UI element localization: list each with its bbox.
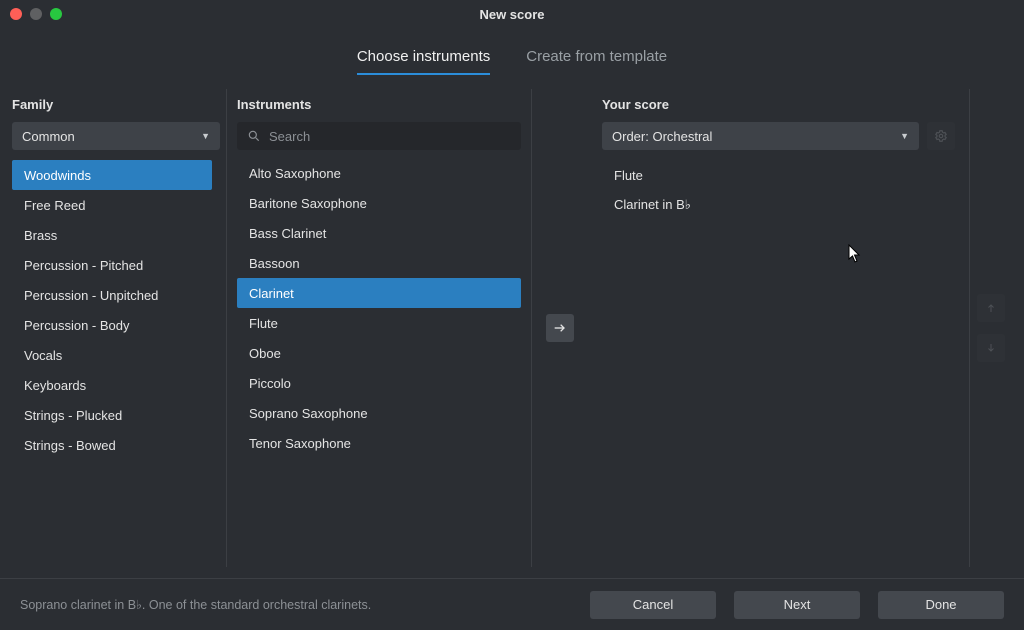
add-instrument-button[interactable] (546, 314, 574, 342)
instrument-list: Alto SaxophoneBaritone SaxophoneBass Cla… (237, 158, 521, 458)
score-item[interactable]: Flute (602, 160, 955, 190)
instrument-item[interactable]: Bass Clarinet (237, 218, 521, 248)
next-button[interactable]: Next (734, 591, 860, 619)
family-item[interactable]: Vocals (12, 340, 212, 370)
tab-choose-instruments[interactable]: Choose instruments (357, 48, 490, 75)
score-settings-button[interactable] (927, 122, 955, 150)
instrument-item[interactable]: Clarinet (237, 278, 521, 308)
instrument-item[interactable]: Alto Saxophone (237, 158, 521, 188)
score-heading: Your score (602, 89, 955, 122)
zoom-window-button[interactable] (50, 8, 62, 20)
score-list: FluteClarinet in B♭ (602, 160, 955, 220)
chevron-down-icon: ▼ (900, 131, 909, 141)
chevron-down-icon: ▼ (201, 131, 210, 141)
family-item[interactable]: Percussion - Unpitched (12, 280, 212, 310)
footer: Soprano clarinet in B♭. One of the stand… (0, 578, 1024, 630)
instrument-search-input[interactable] (269, 129, 511, 144)
family-heading: Family (12, 89, 220, 122)
arrow-up-icon (985, 302, 997, 314)
window-title: New score (0, 7, 1024, 22)
family-column: Family Common ▼ WoodwindsFree ReedBrassP… (12, 89, 226, 567)
score-order-value: Order: Orchestral (612, 129, 712, 144)
instrument-item[interactable]: Bassoon (237, 248, 521, 278)
score-item[interactable]: Clarinet in B♭ (602, 190, 955, 220)
instrument-item[interactable]: Flute (237, 308, 521, 338)
instrument-search[interactable] (237, 122, 521, 150)
instrument-item[interactable]: Tenor Saxophone (237, 428, 521, 458)
score-column: Your score Order: Orchestral ▼ FluteClar… (588, 89, 970, 567)
cancel-button[interactable]: Cancel (590, 591, 716, 619)
window-controls (10, 8, 62, 20)
family-filter-value: Common (22, 129, 75, 144)
family-filter-dropdown[interactable]: Common ▼ (12, 122, 220, 150)
family-item[interactable]: Strings - Bowed (12, 430, 212, 460)
tab-create-from-template[interactable]: Create from template (526, 48, 667, 75)
family-item[interactable]: Brass (12, 220, 212, 250)
family-item[interactable]: Percussion - Body (12, 310, 212, 340)
move-up-button[interactable] (977, 294, 1005, 322)
main-content: Family Common ▼ WoodwindsFree ReedBrassP… (0, 89, 1024, 567)
gear-icon (934, 129, 948, 143)
instrument-item[interactable]: Piccolo (237, 368, 521, 398)
instrument-item[interactable]: Soprano Saxophone (237, 398, 521, 428)
instrument-description: Soprano clarinet in B♭. One of the stand… (20, 597, 371, 612)
family-list: WoodwindsFree ReedBrassPercussion - Pitc… (12, 160, 220, 460)
titlebar: New score (0, 0, 1024, 28)
instrument-item[interactable]: Baritone Saxophone (237, 188, 521, 218)
done-button[interactable]: Done (878, 591, 1004, 619)
minimize-window-button[interactable] (30, 8, 42, 20)
arrow-down-icon (985, 342, 997, 354)
instruments-column: Instruments Alto SaxophoneBaritone Saxop… (226, 89, 532, 567)
instrument-item[interactable]: Oboe (237, 338, 521, 368)
close-window-button[interactable] (10, 8, 22, 20)
add-column (532, 89, 588, 567)
family-item[interactable]: Strings - Plucked (12, 400, 212, 430)
reorder-column (970, 89, 1012, 567)
wizard-tabs: Choose instruments Create from template (0, 28, 1024, 89)
family-item[interactable]: Keyboards (12, 370, 212, 400)
family-item[interactable]: Free Reed (12, 190, 212, 220)
move-down-button[interactable] (977, 334, 1005, 362)
family-item[interactable]: Woodwinds (12, 160, 212, 190)
family-item[interactable]: Percussion - Pitched (12, 250, 212, 280)
arrow-right-icon (552, 320, 568, 336)
instruments-heading: Instruments (237, 89, 521, 122)
score-order-dropdown[interactable]: Order: Orchestral ▼ (602, 122, 919, 150)
search-icon (247, 129, 261, 143)
